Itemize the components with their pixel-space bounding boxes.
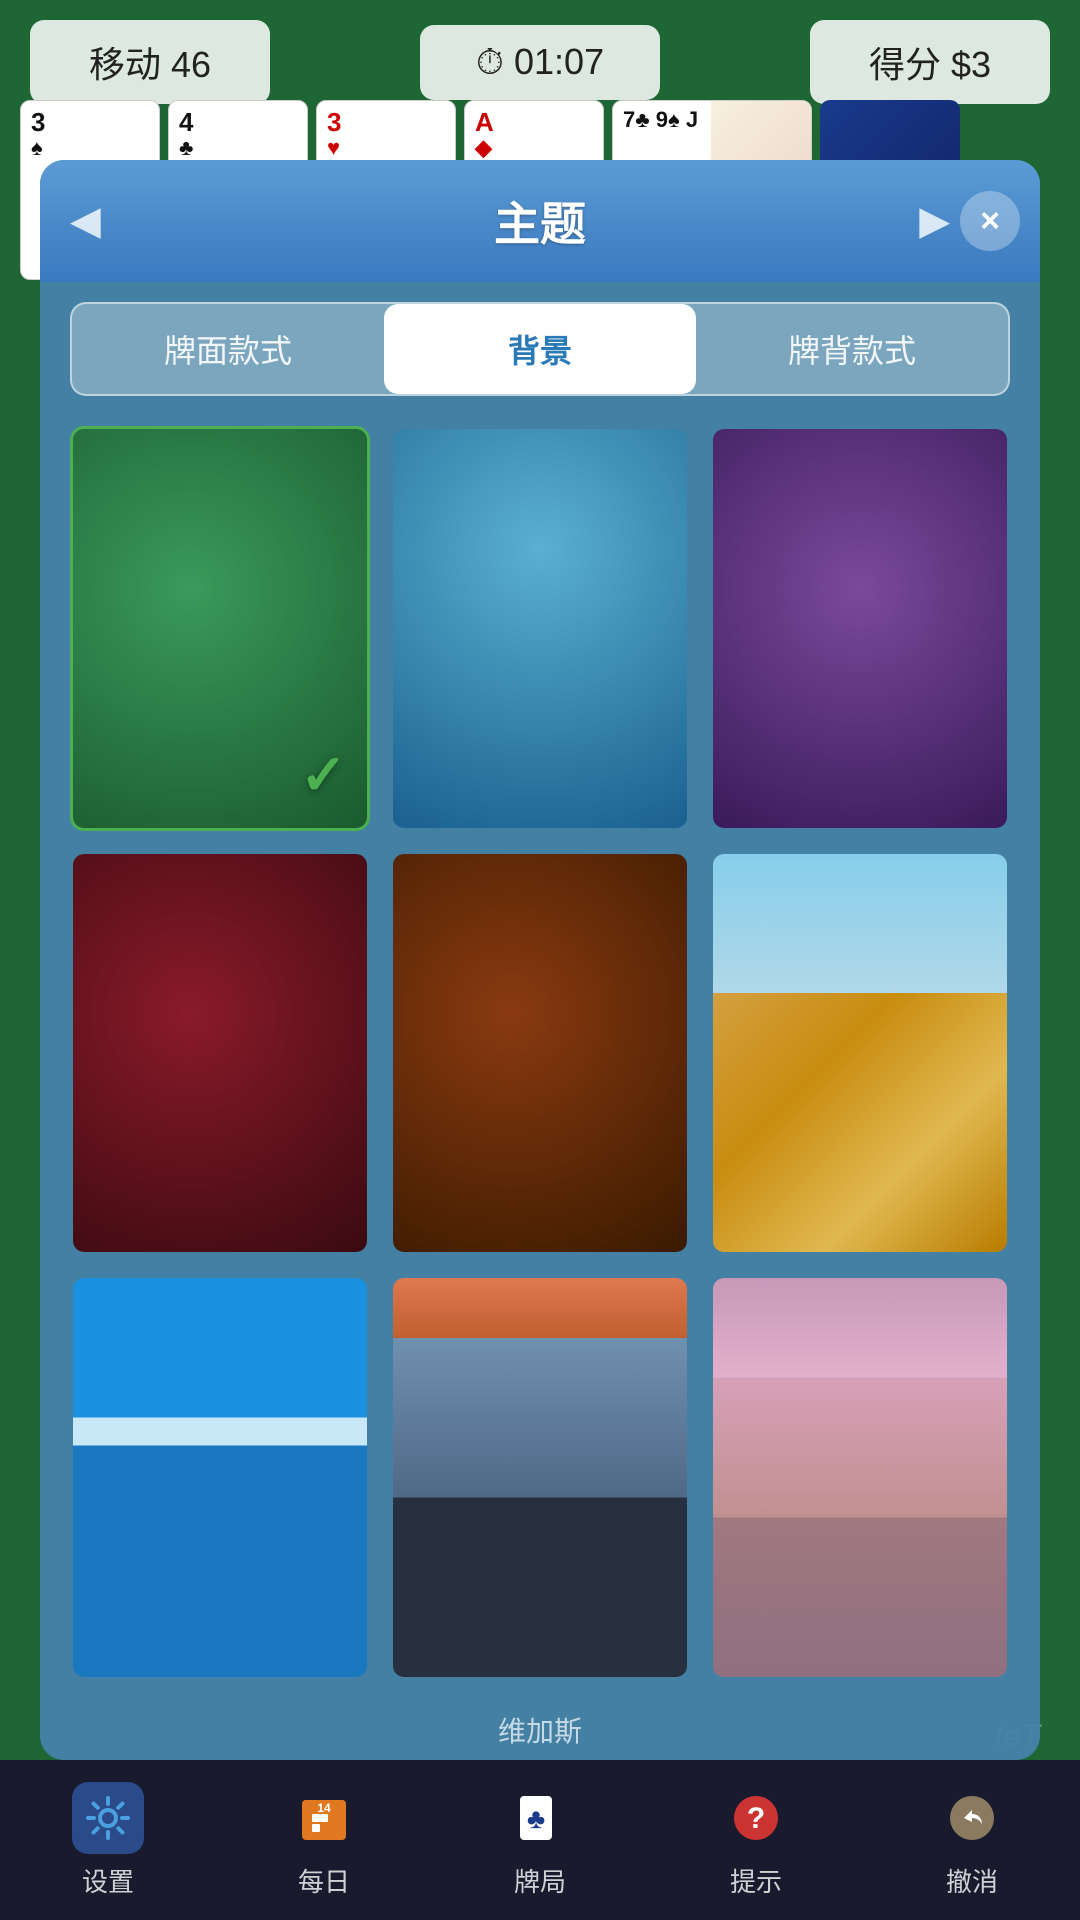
daily-label: 每日 — [298, 1862, 350, 1899]
settings-label: 设置 — [82, 1862, 134, 1899]
theme-cliffs[interactable] — [390, 1275, 690, 1680]
brand-label: 维加斯 — [40, 1700, 1040, 1760]
new-game-label: 牌局 — [514, 1862, 566, 1899]
desert-sky — [713, 854, 1007, 994]
score-counter: 得分 $3 — [810, 20, 1050, 104]
timer: ⏱ 01:07 — [420, 25, 660, 100]
modal-close-button[interactable]: × — [960, 191, 1020, 251]
theme-desert[interactable] — [710, 851, 1010, 1256]
theme-red-swatch — [73, 854, 367, 1253]
theme-pier[interactable] — [710, 1275, 1010, 1680]
theme-brown[interactable] — [390, 851, 690, 1256]
svg-text:14: 14 — [317, 1801, 331, 1815]
hint-label: 提示 — [730, 1862, 782, 1899]
tab-bar: 牌面款式 背景 牌背款式 — [70, 302, 1010, 396]
new-game-icon: ♣ — [504, 1782, 576, 1854]
theme-brown-swatch — [393, 854, 687, 1253]
theme-purple[interactable] — [710, 426, 1010, 831]
modal-title: 主题 — [494, 188, 586, 254]
modal-header: ◀ 主题 ▶ × — [40, 160, 1040, 282]
theme-cliffs-swatch — [393, 1278, 687, 1677]
daily-icon: 14 — [288, 1782, 360, 1854]
hint-icon: ? — [720, 1782, 792, 1854]
undo-label: 撤消 — [946, 1862, 998, 1899]
modal-nav-right[interactable]: ▶ — [919, 198, 950, 244]
nav-item-hint[interactable]: ? 提示 — [648, 1782, 864, 1899]
theme-purple-swatch — [713, 429, 1007, 828]
theme-blue[interactable] — [390, 426, 690, 831]
theme-desert-swatch — [713, 854, 1007, 1253]
nav-item-settings[interactable]: 设置 — [0, 1782, 216, 1899]
svg-text:?: ? — [747, 1802, 765, 1835]
undo-icon — [936, 1782, 1008, 1854]
selected-checkmark: ✓ — [300, 742, 347, 808]
theme-grid: ✓ — [40, 406, 1040, 1700]
settings-icon — [72, 1782, 144, 1854]
bottom-nav: 设置 14 每日 ♣ 牌局 ? — [0, 1760, 1080, 1920]
moves-counter: 移动 46 — [30, 20, 270, 104]
tab-background[interactable]: 背景 — [384, 304, 696, 394]
modal-nav-left[interactable]: ◀ — [70, 198, 101, 244]
tab-card-back[interactable]: 牌背款式 — [696, 304, 1008, 394]
top-bar: 移动 46 ⏱ 01:07 得分 $3 — [0, 20, 1080, 104]
theme-ocean[interactable] — [70, 1275, 370, 1680]
desert-sand — [713, 993, 1007, 1252]
theme-green[interactable]: ✓ — [70, 426, 370, 831]
theme-ocean-swatch — [73, 1278, 367, 1677]
nav-item-daily[interactable]: 14 每日 — [216, 1782, 432, 1899]
tab-card-face[interactable]: 牌面款式 — [72, 304, 384, 394]
theme-red[interactable] — [70, 851, 370, 1256]
theme-modal: ◀ 主题 ▶ × 牌面款式 背景 牌背款式 ✓ — [40, 160, 1040, 1760]
svg-text:♣: ♣ — [527, 1803, 545, 1834]
nav-item-undo[interactable]: 撤消 — [864, 1782, 1080, 1899]
timer-value: 01:07 — [514, 41, 604, 82]
nav-item-new-game[interactable]: ♣ 牌局 — [432, 1782, 648, 1899]
timer-icon: ⏱ — [476, 41, 504, 82]
theme-blue-swatch — [393, 429, 687, 828]
theme-pier-swatch — [713, 1278, 1007, 1677]
